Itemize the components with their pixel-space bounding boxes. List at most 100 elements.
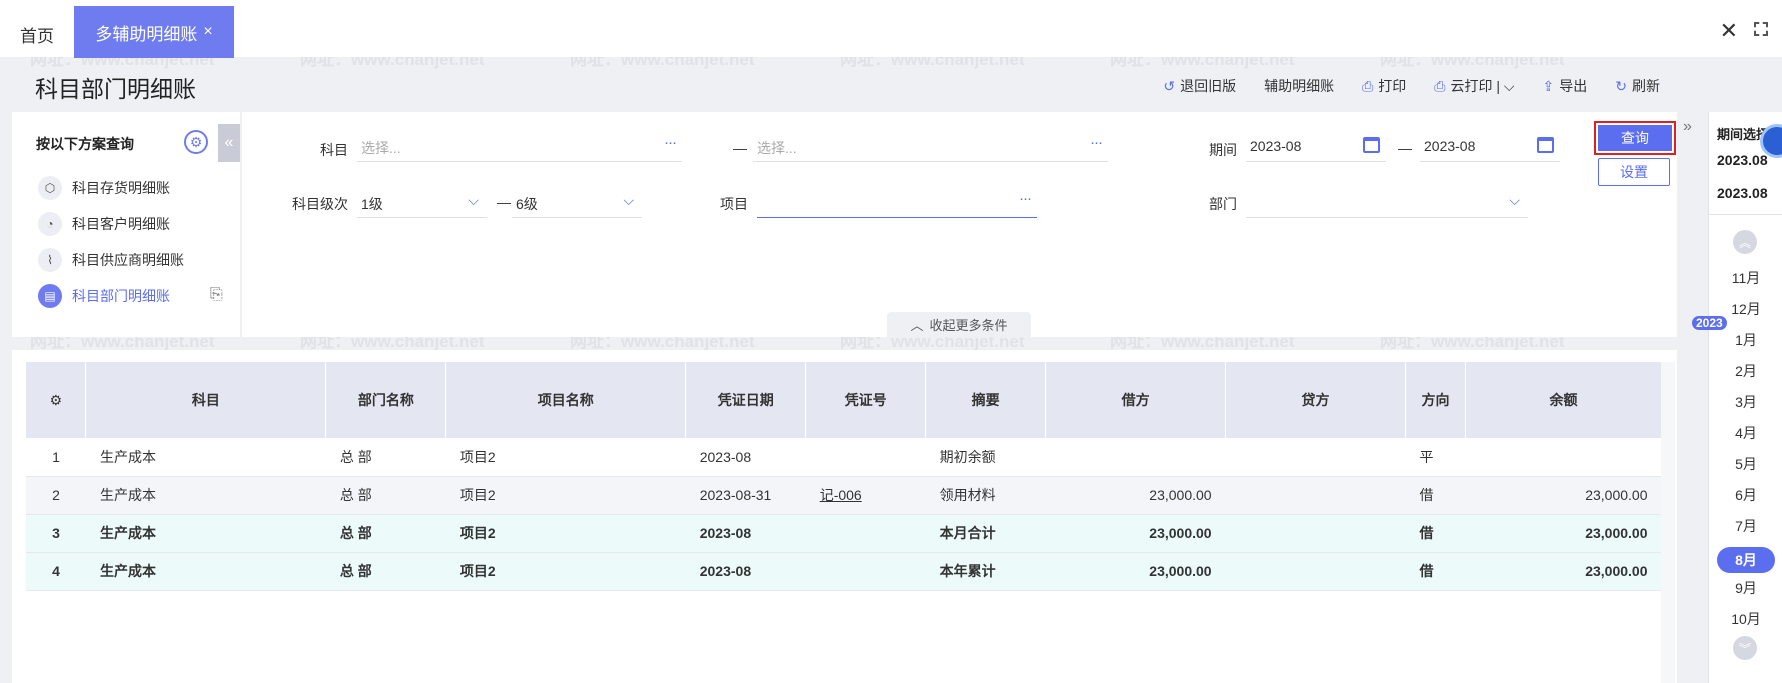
- tab-multi-aux-ledger[interactable]: 多辅助明细账 ×: [74, 6, 234, 58]
- project-label: 项目: [720, 196, 748, 212]
- expand-panel-icon[interactable]: »: [1683, 118, 1692, 136]
- save-scheme-icon[interactable]: ⎘: [210, 286, 223, 304]
- project-input[interactable]: ···: [757, 188, 1037, 218]
- undo-icon: ↺: [1163, 77, 1176, 94]
- subject-from-input[interactable]: 选择... ···: [357, 132, 682, 162]
- more-icon[interactable]: ···: [664, 134, 677, 151]
- period-to-input[interactable]: 2023-08: [1420, 132, 1560, 162]
- print-button[interactable]: ⎙ 打印: [1362, 76, 1406, 96]
- period-panel: 期间选择 2023.08 2023.08 ︽ 11月 12月 1月 2月 3月 4月 5月 6…: [1708, 112, 1782, 683]
- range-dash: —: [733, 140, 747, 156]
- month-item[interactable]: 4月: [1709, 423, 1782, 443]
- cell-credit: [1225, 438, 1406, 477]
- table-row[interactable]: 4 生产成本 总 部 项目2 2023-08 本年累计 23,000.00 借 …: [26, 552, 1662, 591]
- period-from-input[interactable]: 2023-08: [1246, 132, 1386, 162]
- col-voucher-date[interactable]: 凭证日期: [685, 362, 807, 438]
- level-to-select[interactable]: 6级 ⌵: [512, 188, 642, 218]
- calendar-icon[interactable]: [1363, 137, 1380, 153]
- cloud-print-button[interactable]: ⎙ 云打印 | ⌵: [1434, 76, 1514, 96]
- row-index: 4: [26, 552, 86, 591]
- scheme-item-label: 科目客户明细账: [72, 216, 170, 232]
- month-item[interactable]: 10月: [1709, 609, 1782, 629]
- fullscreen-icon[interactable]: [1754, 22, 1768, 36]
- tab-home[interactable]: 首页: [20, 22, 54, 47]
- toolbar: ↺ 退回旧版 辅助明细账 ⎙ 打印 ⎙ 云打印 | ⌵ ⇪ 导出 ↻ 刷新: [1163, 76, 1660, 96]
- subject-level-label: 科目级次: [292, 196, 348, 212]
- refresh-icon: ↻: [1615, 77, 1627, 94]
- scroll-down-icon[interactable]: ︾: [1733, 636, 1757, 660]
- tab-active-label: 多辅助明细账: [95, 24, 198, 44]
- chevron-down-icon: ⌵: [623, 192, 634, 208]
- table-scrollbar[interactable]: [1661, 362, 1675, 683]
- revert-old-version-button[interactable]: ↺ 退回旧版: [1163, 76, 1236, 96]
- month-item[interactable]: 2月: [1709, 361, 1782, 381]
- col-voucher-no[interactable]: 凭证号: [805, 362, 927, 438]
- calendar-icon[interactable]: [1537, 137, 1554, 153]
- cell-project: 项目2: [445, 514, 686, 553]
- col-summary[interactable]: 摘要: [925, 362, 1047, 438]
- month-item[interactable]: 9月: [1709, 578, 1782, 598]
- close-icon[interactable]: ✕: [1720, 18, 1738, 44]
- col-debit[interactable]: 借方: [1045, 362, 1227, 438]
- month-item[interactable]: 8月: [1717, 547, 1775, 573]
- tab-bar: 首页 多辅助明细账 × ✕: [0, 0, 1782, 58]
- month-item[interactable]: 5月: [1709, 454, 1782, 474]
- aux-ledger-button[interactable]: 辅助明细账: [1264, 76, 1334, 96]
- month-item[interactable]: 7月: [1709, 516, 1782, 536]
- cell-voucher-no: [805, 552, 926, 591]
- month-item[interactable]: 3月: [1709, 392, 1782, 412]
- query-button[interactable]: 查询: [1594, 121, 1676, 155]
- cell-debit: 23,000.00: [1045, 514, 1226, 553]
- scheme-item-customer[interactable]: ◔ 科目客户明细账: [38, 212, 170, 236]
- more-icon[interactable]: ···: [1090, 134, 1103, 151]
- department-select[interactable]: ⌵: [1246, 188, 1528, 218]
- cell-department: 总 部: [325, 514, 446, 553]
- scheme-item-department[interactable]: ▤ 科目部门明细账: [38, 284, 170, 308]
- collapse-left-icon[interactable]: «: [218, 124, 240, 162]
- toolbar-label: 打印: [1378, 78, 1407, 94]
- table-row[interactable]: 1 生产成本 总 部 项目2 2023-08 期初余额 平: [26, 438, 1662, 477]
- scheme-item-inventory[interactable]: ⬡ 科目存货明细账: [38, 176, 170, 200]
- month-item[interactable]: 11月: [1709, 268, 1782, 288]
- cell-voucher-date: 2023-08-31: [685, 476, 806, 515]
- scroll-up-icon[interactable]: ︽: [1733, 230, 1757, 254]
- col-department[interactable]: 部门名称: [325, 362, 447, 438]
- cell-project: 项目2: [445, 552, 686, 591]
- col-project[interactable]: 项目名称: [445, 362, 687, 438]
- month-item[interactable]: 6月: [1709, 485, 1782, 505]
- cell-department: 总 部: [325, 438, 446, 477]
- period-to-value: 2023-08: [1424, 138, 1476, 154]
- scheme-item-supplier[interactable]: ⌇ 科目供应商明细账: [38, 248, 184, 272]
- column-settings[interactable]: ⚙: [26, 362, 87, 438]
- period-to-display: 2023.08: [1717, 185, 1768, 201]
- col-balance[interactable]: 余额: [1465, 362, 1663, 438]
- cell-summary: 本月合计: [925, 514, 1046, 553]
- level-from-select[interactable]: 1级 ⌵: [357, 188, 487, 218]
- table-row[interactable]: 3 生产成本 总 部 项目2 2023-08 本月合计 23,000.00 借 …: [26, 514, 1662, 553]
- cell-subject: 生产成本: [85, 552, 326, 591]
- printer-icon: ⎙: [1362, 77, 1374, 94]
- toolbar-label: 云打印 | ⌵: [1450, 78, 1515, 94]
- ledger-icon: ▤: [38, 284, 62, 308]
- refresh-button[interactable]: ↻ 刷新: [1615, 76, 1660, 96]
- export-button[interactable]: ⇪ 导出: [1543, 76, 1588, 96]
- more-icon[interactable]: ···: [1019, 190, 1032, 207]
- gear-icon[interactable]: ⚙: [184, 130, 208, 154]
- chevron-down-icon: ⌵: [1509, 192, 1520, 208]
- scheme-item-label: 科目部门明细账: [72, 288, 170, 304]
- gear-icon[interactable]: ⚙: [49, 392, 62, 408]
- page-title: 科目部门明细账: [35, 76, 196, 102]
- cell-voucher-no: [805, 438, 926, 477]
- close-tab-icon[interactable]: ×: [203, 23, 212, 41]
- placeholder: 选择...: [757, 140, 797, 156]
- col-direction[interactable]: 方向: [1405, 362, 1466, 438]
- col-credit[interactable]: 贷方: [1225, 362, 1406, 438]
- col-subject[interactable]: 科目: [85, 362, 327, 438]
- collapse-more-conditions[interactable]: ︿ 收起更多条件: [887, 312, 1031, 337]
- voucher-link[interactable]: 记-006: [805, 476, 926, 515]
- subject-to-input[interactable]: 选择... ···: [753, 132, 1108, 162]
- table-row[interactable]: 2 生产成本 总 部 项目2 2023-08-31 记-006 领用材料 23,…: [26, 476, 1662, 515]
- cell-credit: [1225, 476, 1406, 515]
- setting-button[interactable]: 设置: [1598, 158, 1670, 186]
- month-item[interactable]: 1月: [1709, 330, 1782, 350]
